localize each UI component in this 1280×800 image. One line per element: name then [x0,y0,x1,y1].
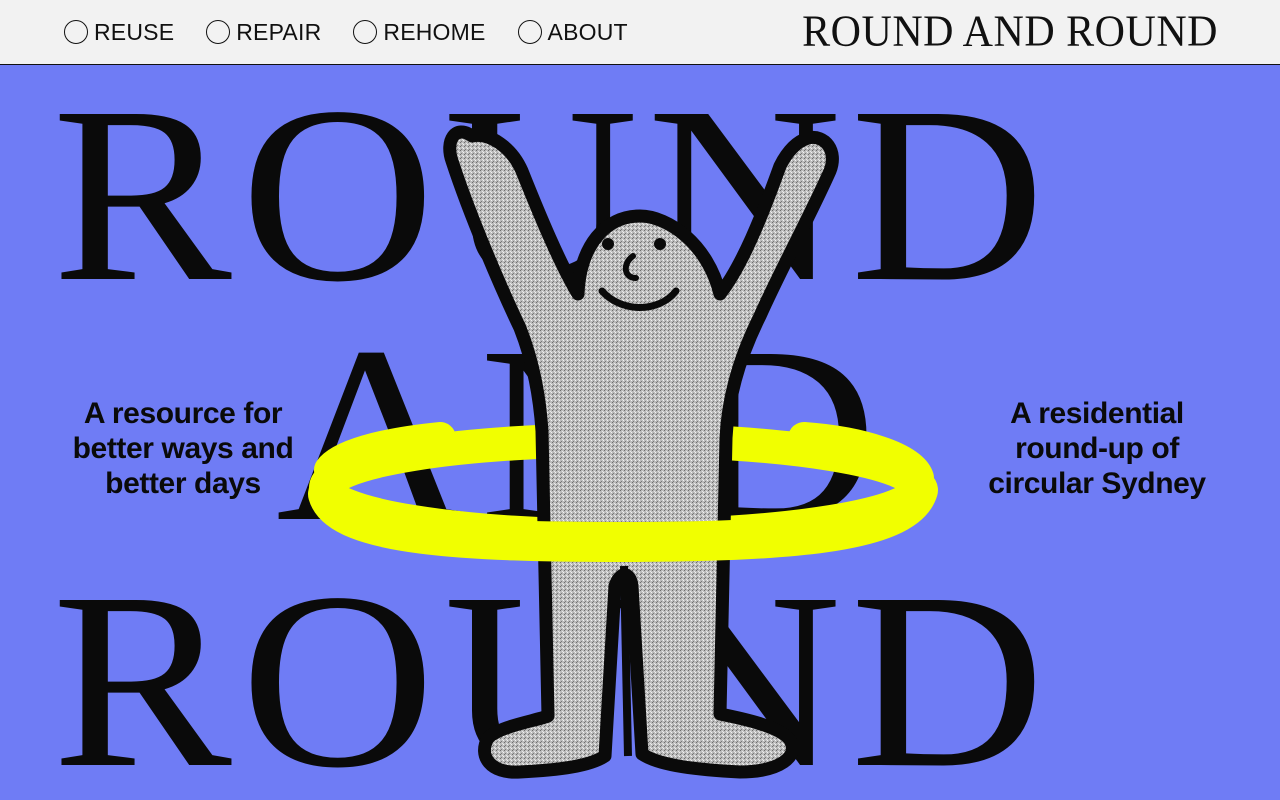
hero-word-top: ROUND [52,66,1054,334]
radio-circle-icon [517,20,542,44]
brand-logo-link[interactable]: ROUND AND ROUND [802,7,1218,57]
nav-label: ABOUT [547,18,628,45]
main-nav: REUSE REPAIR REHOME ABOUT [64,19,628,46]
radio-circle-icon [206,20,231,44]
radio-circle-icon [353,20,378,44]
left-tagline: A resource for better ways and better da… [72,397,294,500]
nav-item-reuse[interactable]: REUSE [64,19,174,46]
nav-label: REHOME [383,18,486,45]
nav-item-repair[interactable]: REPAIR [206,19,321,46]
hero-section: ROUND AND ROUND A resource for better wa… [0,66,1280,800]
nav-item-rehome[interactable]: REHOME [353,19,485,46]
right-tagline: A residential round-up of circular Sydne… [988,397,1206,500]
nav-item-about[interactable]: ABOUT [517,18,628,46]
top-navigation-bar: REUSE REPAIR REHOME ABOUT ROUND AND ROUN… [0,0,1280,65]
radio-circle-icon [64,20,88,44]
nav-label: REUSE [94,18,175,45]
nav-label: REPAIR [236,18,322,45]
hero-word-bottom: ROUND [52,540,1054,800]
